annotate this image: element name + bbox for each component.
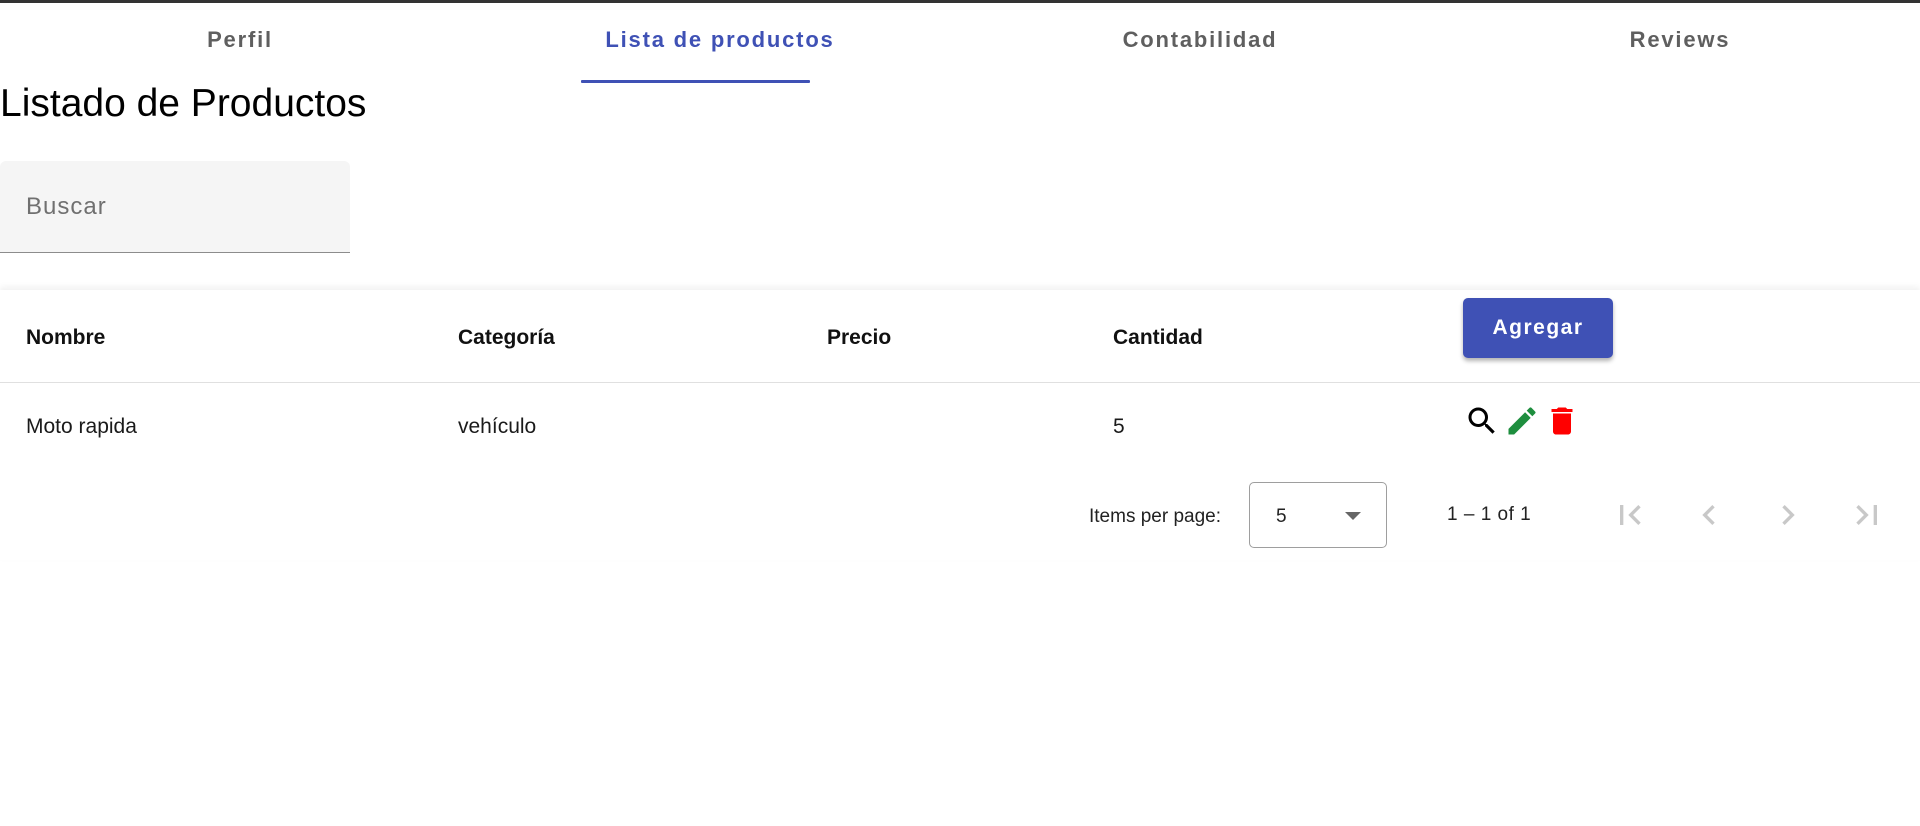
tab-label: Contabilidad — [1122, 27, 1278, 52]
edit-icon[interactable] — [1504, 403, 1540, 439]
tab-perfil[interactable]: Perfil — [0, 3, 480, 83]
items-per-page-label: Items per page: — [1089, 506, 1222, 527]
search-field[interactable] — [0, 161, 350, 253]
range-label: 1 – 1 of 1 — [1447, 504, 1532, 525]
column-header-precio[interactable]: Precio — [827, 327, 891, 348]
cell-cantidad: 5 — [1113, 415, 1125, 438]
cell-categoria: vehículo — [458, 415, 537, 438]
active-tab-indicator — [581, 80, 810, 83]
dropdown-arrow-icon — [1345, 512, 1361, 520]
first-page-icon[interactable] — [1610, 495, 1650, 535]
tab-lista-de-productos[interactable]: Lista de productos — [480, 3, 960, 83]
tab-label: Lista de productos — [605, 27, 835, 52]
table-row: Moto rapida vehículo 5 — [0, 383, 1920, 471]
tab-contabilidad[interactable]: Contabilidad — [960, 3, 1440, 83]
column-header-categoria[interactable]: Categoría — [458, 327, 555, 348]
tab-label: Reviews — [1629, 27, 1731, 52]
add-product-button[interactable]: Agregar — [1463, 298, 1613, 358]
delete-icon[interactable] — [1544, 403, 1580, 439]
tab-label: Perfil — [207, 27, 273, 52]
table-header-row: Nombre Categoría Precio Cantidad Agregar — [0, 290, 1920, 383]
page-size-value: 5 — [1276, 506, 1287, 527]
last-page-icon[interactable] — [1847, 495, 1887, 535]
search-icon[interactable] — [1464, 403, 1500, 439]
page-size-select[interactable]: 5 — [1249, 482, 1387, 548]
cell-nombre: Moto rapida — [26, 415, 137, 438]
next-page-icon[interactable] — [1768, 495, 1808, 535]
column-header-nombre[interactable]: Nombre — [26, 327, 105, 348]
previous-page-icon[interactable] — [1689, 495, 1729, 535]
tab-reviews[interactable]: Reviews — [1440, 3, 1920, 83]
page-title: Listado de Productos — [0, 82, 367, 125]
column-header-cantidad[interactable]: Cantidad — [1113, 327, 1203, 348]
tab-bar: Perfil Lista de productos Contabilidad R… — [0, 3, 1920, 83]
paginator: Items per page: 5 1 – 1 of 1 — [0, 480, 1920, 550]
search-input[interactable] — [0, 161, 350, 252]
